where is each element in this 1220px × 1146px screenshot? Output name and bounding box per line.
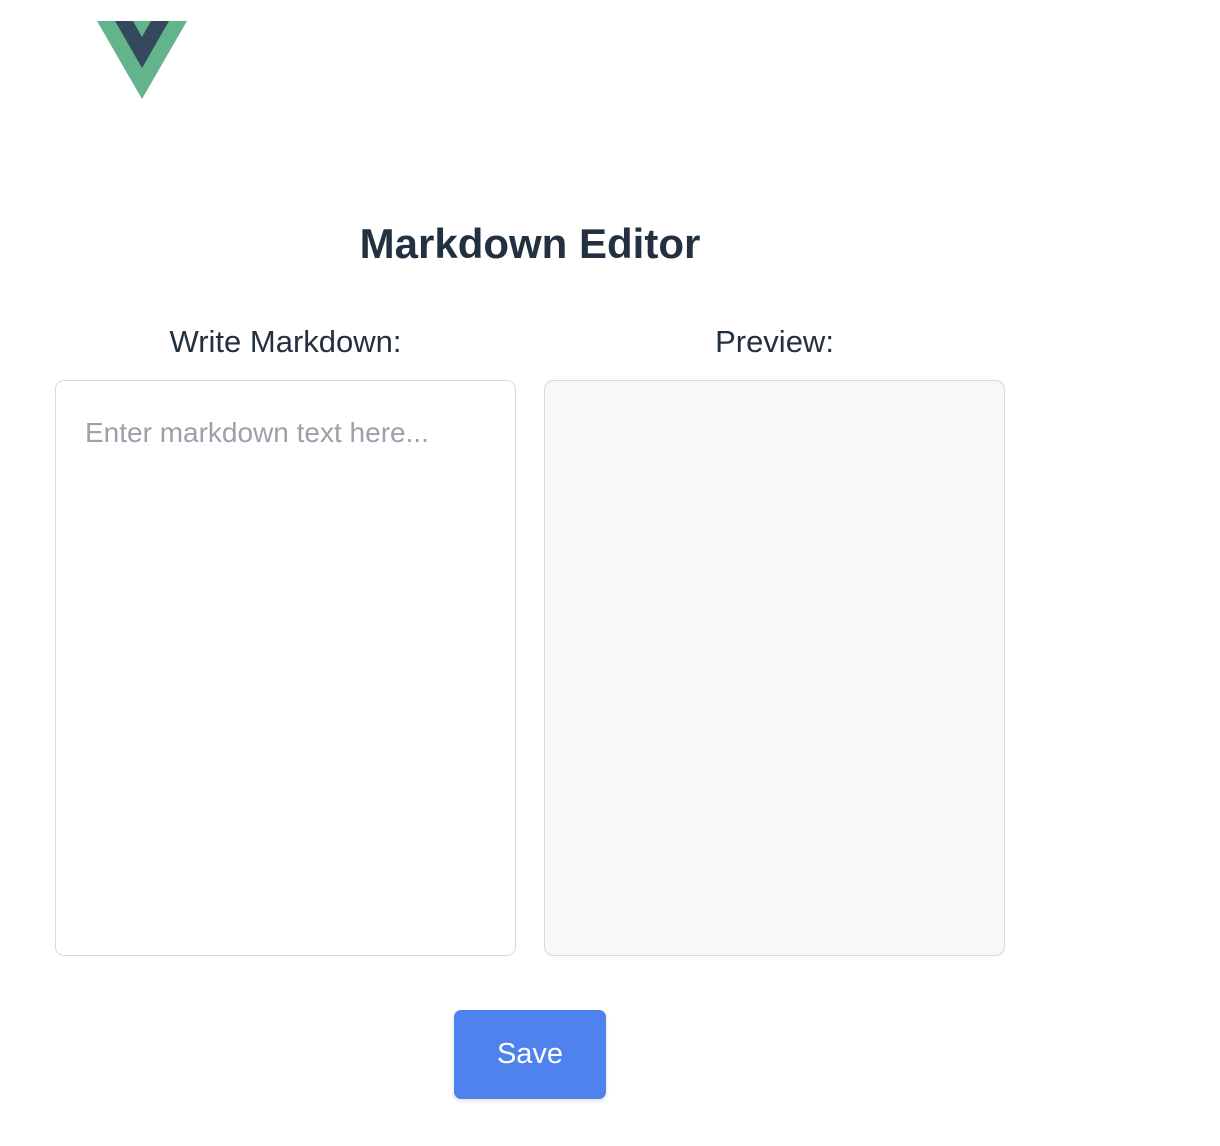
write-markdown-label: Write Markdown:: [169, 324, 402, 359]
markdown-input[interactable]: [55, 380, 516, 956]
app-root: Markdown Editor Write Markdown: Preview:…: [0, 0, 1220, 1146]
preview-label: Preview:: [715, 324, 834, 359]
preview-pane: [544, 380, 1005, 956]
page-title: Markdown Editor: [359, 220, 701, 267]
save-button[interactable]: Save: [454, 1010, 606, 1099]
vue-logo-icon: [97, 21, 187, 99]
